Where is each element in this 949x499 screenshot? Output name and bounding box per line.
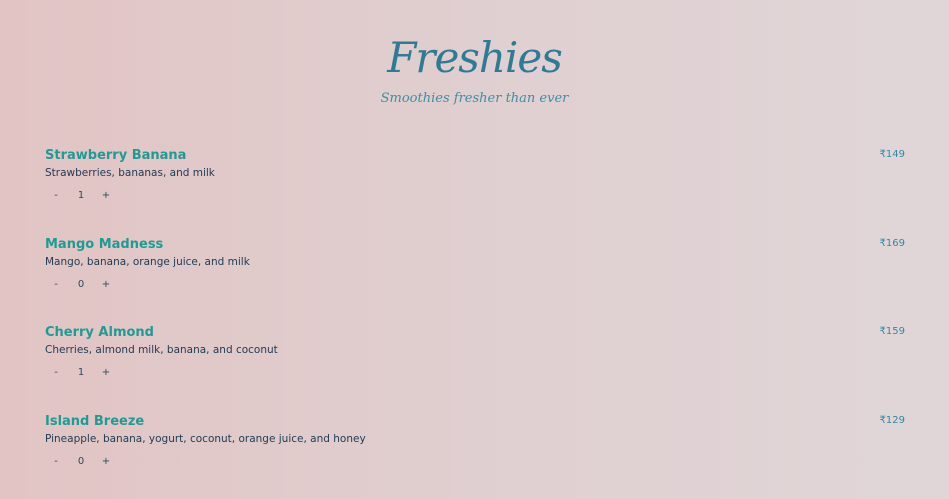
quantity-value: 0 (69, 278, 93, 292)
quantity-stepper: - 1 + (49, 366, 113, 380)
item-description: Mango, banana, orange juice, and milk (45, 255, 250, 269)
menu-item-mango-madness: Mango Madness ₹169 Mango, banana, orange… (45, 234, 905, 323)
increment-button[interactable]: + (99, 366, 113, 380)
decrement-button[interactable]: - (49, 278, 63, 292)
decrement-button[interactable]: - (49, 366, 63, 380)
menu-item-cherry-almond: Cherry Almond ₹159 Cherries, almond milk… (45, 322, 905, 411)
quantity-value: 1 (69, 366, 93, 380)
item-price: ₹149 (880, 148, 905, 162)
item-description: Strawberries, bananas, and milk (45, 166, 215, 180)
increment-button[interactable]: + (99, 278, 113, 292)
quantity-value: 1 (69, 189, 93, 203)
item-price: ₹159 (880, 325, 905, 339)
menu-item-island-breeze: Island Breeze ₹129 Pineapple, banana, yo… (45, 411, 905, 499)
brand-tagline: Smoothies fresher than ever (0, 90, 949, 108)
item-description: Cherries, almond milk, banana, and cocon… (45, 343, 278, 357)
decrement-button[interactable]: - (49, 189, 63, 203)
item-price: ₹129 (880, 414, 905, 428)
item-name: Mango Madness (45, 236, 163, 254)
increment-button[interactable]: + (99, 189, 113, 203)
item-price: ₹169 (880, 237, 905, 251)
item-description: Pineapple, banana, yogurt, coconut, oran… (45, 432, 366, 446)
item-name: Island Breeze (45, 413, 144, 431)
quantity-stepper: - 1 + (49, 189, 113, 203)
quantity-stepper: - 0 + (49, 278, 113, 292)
item-name: Strawberry Banana (45, 147, 186, 165)
brand-title: Freshies (0, 30, 949, 86)
menu-item-strawberry-banana: Strawberry Banana ₹149 Strawberries, ban… (45, 145, 905, 234)
menu-list: Strawberry Banana ₹149 Strawberries, ban… (45, 145, 905, 499)
item-name: Cherry Almond (45, 324, 154, 342)
